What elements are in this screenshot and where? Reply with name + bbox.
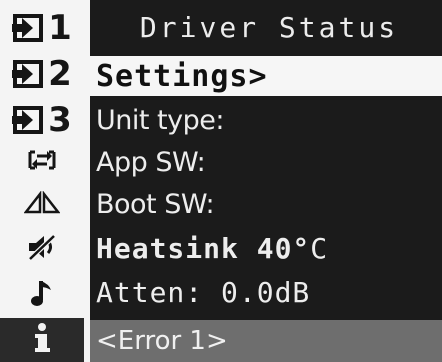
rail-item-input-3[interactable]: 3 xyxy=(0,98,84,142)
info-icon xyxy=(31,322,53,358)
rail-item-input-1[interactable]: 1 xyxy=(0,6,84,50)
unit-type-label: Unit type: xyxy=(96,104,224,136)
input-arrow-icon xyxy=(12,13,46,43)
input-number-label: 2 xyxy=(48,54,72,94)
left-icon-rail: 1 2 3 xyxy=(0,0,90,362)
app-sw-label: App SW: xyxy=(96,146,206,178)
driver-status-screen: 1 2 3 Driver Status Settings> Unit type:… xyxy=(0,0,442,362)
heatsink-temperature: Heatsink 40° C xyxy=(90,228,442,268)
menu-item-settings[interactable]: Settings> xyxy=(90,56,442,96)
swap-arrows-icon xyxy=(27,148,57,172)
rail-item-mute[interactable] xyxy=(0,224,84,270)
attenuation-value: Atten: 0.0dB xyxy=(96,275,311,309)
rail-item-info[interactable] xyxy=(0,318,84,362)
boot-sw-label: Boot SW: xyxy=(96,188,215,220)
mirror-triangles-icon xyxy=(24,191,60,215)
input-number-label: 1 xyxy=(48,8,72,48)
input-number-label: 3 xyxy=(48,100,72,140)
rail-item-audio[interactable] xyxy=(0,272,84,314)
rail-item-mirror[interactable] xyxy=(0,182,84,224)
rail-item-swap[interactable] xyxy=(0,140,84,180)
page-title: Driver Status xyxy=(139,10,399,44)
rail-item-input-2[interactable]: 2 xyxy=(0,52,84,96)
speaker-muted-icon xyxy=(26,232,58,262)
heatsink-label: Heatsink 40° xyxy=(96,231,311,265)
temperature-unit: C xyxy=(310,231,329,265)
input-arrow-icon xyxy=(12,59,46,89)
input-arrow-icon xyxy=(12,105,46,135)
music-note-icon xyxy=(29,278,55,308)
error-status-bar: <Error 1> xyxy=(90,320,442,362)
